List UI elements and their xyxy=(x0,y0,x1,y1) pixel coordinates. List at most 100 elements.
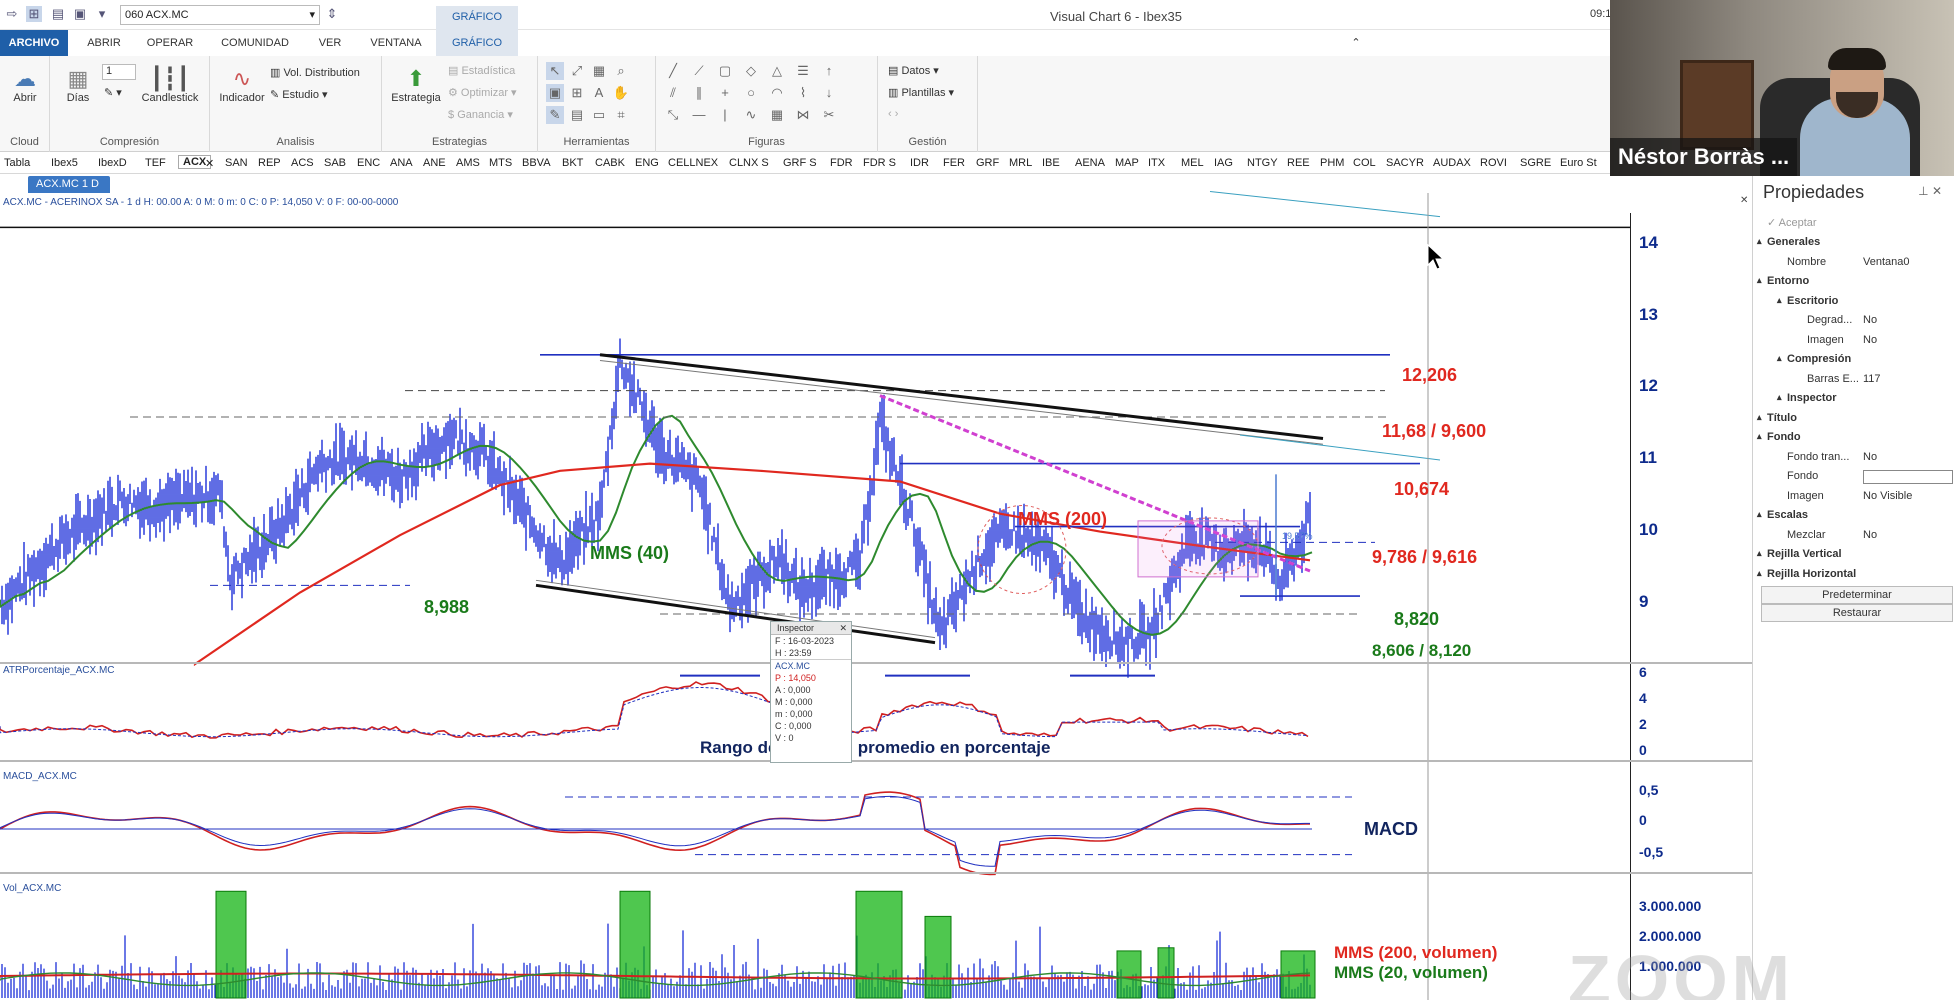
symbol-tab[interactable]: AMS xyxy=(456,157,480,169)
vol-distribution-button[interactable]: ▥ Vol. Distribution xyxy=(270,66,360,79)
table-icon[interactable]: ▤ xyxy=(568,106,586,124)
pin-close-icon[interactable]: ⊥ ✕ xyxy=(1918,184,1942,198)
property-row[interactable]: ▴ Fondo xyxy=(1753,429,1954,447)
property-row[interactable]: ▴ Compresión xyxy=(1753,351,1954,369)
tab-archivo[interactable]: ARCHIVO xyxy=(0,30,68,56)
tab-abrir[interactable]: ABRIR xyxy=(76,30,132,56)
symbol-tab[interactable]: FDR S xyxy=(863,157,896,169)
symbol-tab[interactable]: Euro St xyxy=(1560,157,1597,169)
property-row[interactable]: Fondo xyxy=(1753,468,1954,486)
circle-icon[interactable]: ○ xyxy=(742,84,760,102)
pin-icon[interactable]: ⊞ xyxy=(26,6,42,22)
symbol-tab[interactable]: Ibex5 xyxy=(51,157,78,169)
aceptar-button[interactable]: ✓ Aceptar xyxy=(1753,214,1954,232)
inspector-popup[interactable]: Inspector ✕ F : 16-03-2023 H : 23:59 ACX.MC… xyxy=(770,621,852,763)
abrir-cloud-button[interactable]: ☁ Abrir xyxy=(6,66,44,104)
property-row[interactable]: Barras E... 117 xyxy=(1753,371,1954,389)
symbol-tab[interactable]: AUDAX xyxy=(1433,157,1471,169)
symbol-tab[interactable]: MRL xyxy=(1009,157,1032,169)
symbol-tab[interactable]: FDR xyxy=(830,157,853,169)
delete-figure-icon[interactable]: ✂ xyxy=(820,106,838,124)
symbol-tab[interactable]: TEF xyxy=(145,157,166,169)
expand-icon[interactable]: ▴ xyxy=(1757,568,1762,579)
estadistica-button[interactable]: ▤ Estadística xyxy=(448,64,515,77)
symbol-tab[interactable]: GRF S xyxy=(783,157,817,169)
symbol-selector[interactable]: 060 ACX.MC ▾ xyxy=(120,5,320,25)
line-icon[interactable]: ╱ xyxy=(664,62,682,80)
close-symbol-icon[interactable]: ✕ xyxy=(205,157,214,170)
property-row[interactable]: ▴ Rejilla Vertical xyxy=(1753,546,1954,564)
property-row[interactable]: ▴ Escritorio xyxy=(1753,293,1954,311)
symbol-tab[interactable]: MTS xyxy=(489,157,512,169)
measure-icon[interactable]: ⊞ xyxy=(568,84,586,102)
symbol-tab[interactable]: IDR xyxy=(910,157,929,169)
zoom-area-icon[interactable]: ⤢ xyxy=(568,62,586,80)
property-row[interactable]: ▴ Rejilla Horizontal xyxy=(1753,566,1954,584)
symbol-tab[interactable]: GRF xyxy=(976,157,999,169)
candlestick-button[interactable]: ┃┇┃ Candlestick xyxy=(134,66,206,104)
property-row[interactable]: ▴ Título xyxy=(1753,410,1954,428)
pattern-icon[interactable]: ⋈ xyxy=(794,106,812,124)
expand-icon[interactable]: ▴ xyxy=(1757,412,1762,423)
tab-comunidad[interactable]: COMUNIDAD xyxy=(212,30,298,56)
vertical-line-icon[interactable]: | xyxy=(716,106,734,124)
ray-icon[interactable]: ⟋ xyxy=(690,62,708,80)
fondo-color-swatch[interactable] xyxy=(1863,470,1953,484)
symbol-tab[interactable]: SAB xyxy=(324,157,346,169)
property-row[interactable]: Imagen No xyxy=(1753,332,1954,350)
property-row[interactable]: Imagen No Visible xyxy=(1753,488,1954,506)
predeterminar-button[interactable]: Predeterminar xyxy=(1761,586,1953,604)
symbol-tab[interactable]: COL xyxy=(1353,157,1376,169)
parallel-icon[interactable]: ∥ xyxy=(690,84,708,102)
property-row[interactable]: ▴ Escalas xyxy=(1753,507,1954,525)
trendline-icon[interactable]: ⤡ xyxy=(664,106,682,124)
collapse-ribbon-icon[interactable]: ⌃ xyxy=(1346,30,1366,56)
chart-canvas[interactable] xyxy=(0,191,1752,1000)
symbol-tab[interactable]: ENC xyxy=(357,157,380,169)
history-nav[interactable]: ‹ › xyxy=(888,108,898,120)
symbol-tab[interactable]: ANA xyxy=(390,157,413,169)
cross-icon[interactable]: + xyxy=(716,84,734,102)
select-icon[interactable]: ▣ xyxy=(546,84,564,102)
symbol-tab[interactable]: AENA xyxy=(1075,157,1105,169)
symbol-tab[interactable]: CABK xyxy=(595,157,625,169)
expand-icon[interactable]: ▴ xyxy=(1757,275,1762,286)
ganancia-button[interactable]: $ Ganancia ▾ xyxy=(448,108,513,121)
datos-button[interactable]: ▤ Datos ▾ xyxy=(888,64,939,77)
gann-icon[interactable]: ⌇ xyxy=(794,84,812,102)
menu-icon[interactable]: ⇨ xyxy=(4,6,20,22)
arrow-down-icon[interactable]: ↓ xyxy=(820,84,838,102)
symbol-tab[interactable]: CLNX S xyxy=(729,157,769,169)
symbol-tab[interactable]: ACS xyxy=(291,157,314,169)
symbol-tab[interactable]: SACYR xyxy=(1386,157,1424,169)
symbol-tab[interactable]: REE xyxy=(1287,157,1310,169)
property-row[interactable]: Nombre Ventana0 xyxy=(1753,254,1954,272)
grid-icon[interactable]: ▦ xyxy=(590,62,608,80)
symbol-tab[interactable]: ROVI xyxy=(1480,157,1507,169)
tab-grafico[interactable]: GRÁFICO xyxy=(436,30,518,56)
tab-ver[interactable]: VER xyxy=(306,30,354,56)
pane-separator[interactable] xyxy=(0,760,1752,762)
expand-icon[interactable]: ▴ xyxy=(1777,353,1782,364)
symbol-tab[interactable]: ENG xyxy=(635,157,659,169)
diamond-icon[interactable]: ◇ xyxy=(742,62,760,80)
new-icon[interactable]: ▤ xyxy=(50,6,66,22)
horizontal-line-icon[interactable]: — xyxy=(690,106,708,124)
property-row[interactable]: ▴ Inspector xyxy=(1753,390,1954,408)
compression-value-input[interactable]: 1 xyxy=(102,64,136,80)
close-icon[interactable]: ✕ xyxy=(839,622,847,635)
wave-icon[interactable]: ∿ xyxy=(742,106,760,124)
expand-icon[interactable]: ▴ xyxy=(1777,295,1782,306)
pane-close-icon[interactable]: ✕ xyxy=(1740,195,1748,206)
pen-icon[interactable]: ✎ xyxy=(546,106,564,124)
arrow-up-icon[interactable]: ↑ xyxy=(820,62,838,80)
estrategia-button[interactable]: ⬆ Estrategia xyxy=(388,66,444,104)
pencil-icon[interactable]: ✎ ▾ xyxy=(104,86,122,99)
indicador-button[interactable]: ∿ Indicador xyxy=(214,66,270,104)
text-icon[interactable]: A xyxy=(590,84,608,102)
property-row[interactable]: ▴ Entorno xyxy=(1753,273,1954,291)
expand-icon[interactable]: ▴ xyxy=(1757,431,1762,442)
symbol-tab[interactable]: BKT xyxy=(562,157,583,169)
optimizar-button[interactable]: ⚙ Optimizar ▾ xyxy=(448,86,517,99)
restaurar-button[interactable]: Restaurar xyxy=(1761,604,1953,622)
